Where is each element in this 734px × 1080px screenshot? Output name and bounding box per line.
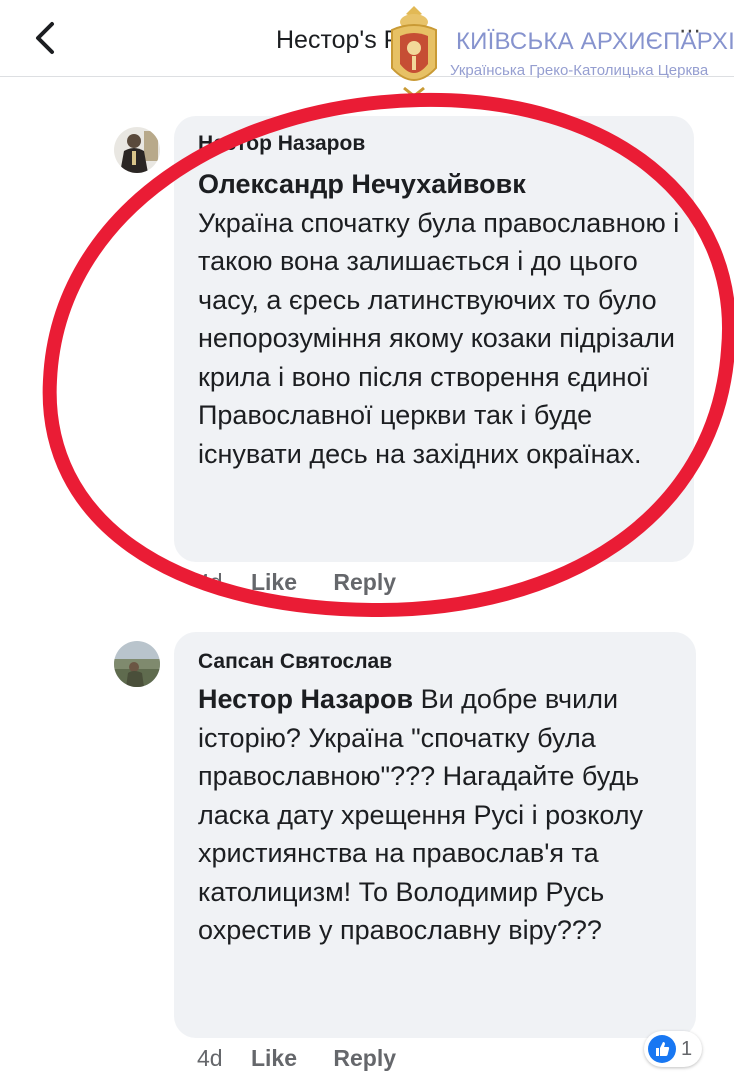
more-dots-icon[interactable]: ⋯ (679, 20, 701, 42)
avatar-photo-icon (114, 641, 160, 687)
page-title: Нестор's Post (276, 26, 434, 54)
comment-author[interactable]: Нестор Назаров (198, 132, 365, 156)
like-thumb-icon (648, 1035, 676, 1063)
comment-actions: 4d Like Reply (197, 1045, 396, 1072)
comment-bubble: Нестор Назаров Олександр Нечухайвовк Укр… (174, 116, 694, 562)
comment-text: Нестор Назаров Ви добре вчили історію? У… (198, 680, 664, 950)
back-button[interactable] (28, 18, 68, 58)
reaction-count: 1 (681, 1037, 693, 1060)
comment-author[interactable]: Сапсан Святослав (198, 650, 392, 674)
comment-actions: 4d Like Reply (197, 569, 396, 596)
comment-time: 4d (197, 569, 223, 595)
avatar[interactable] (114, 641, 160, 687)
comment-body: Ви добре вчили історію? Україна "спочатк… (198, 684, 644, 945)
reaction-badge[interactable]: 1 (644, 1031, 703, 1067)
mention-link[interactable]: Нестор Назаров (198, 684, 413, 714)
chevron-left-icon (36, 22, 54, 54)
comment-time: 4d (197, 1045, 223, 1071)
comment-text: Олександр Нечухайвовк Україна спочатку б… (198, 165, 684, 473)
like-button[interactable]: Like (251, 1045, 297, 1071)
reply-button[interactable]: Reply (333, 569, 396, 595)
avatar[interactable] (114, 127, 160, 173)
comment-body: Україна спочатку була православною і так… (198, 207, 680, 469)
reply-button[interactable]: Reply (333, 1045, 396, 1071)
top-bar: Нестор's Post ⋯ (0, 0, 734, 77)
avatar-photo-icon (114, 127, 160, 173)
like-button[interactable]: Like (251, 569, 297, 595)
comment-bubble: Сапсан Святослав Нестор Назаров Ви добре… (174, 632, 696, 1038)
mention-link[interactable]: Олександр Нечухайвовк (198, 169, 526, 199)
